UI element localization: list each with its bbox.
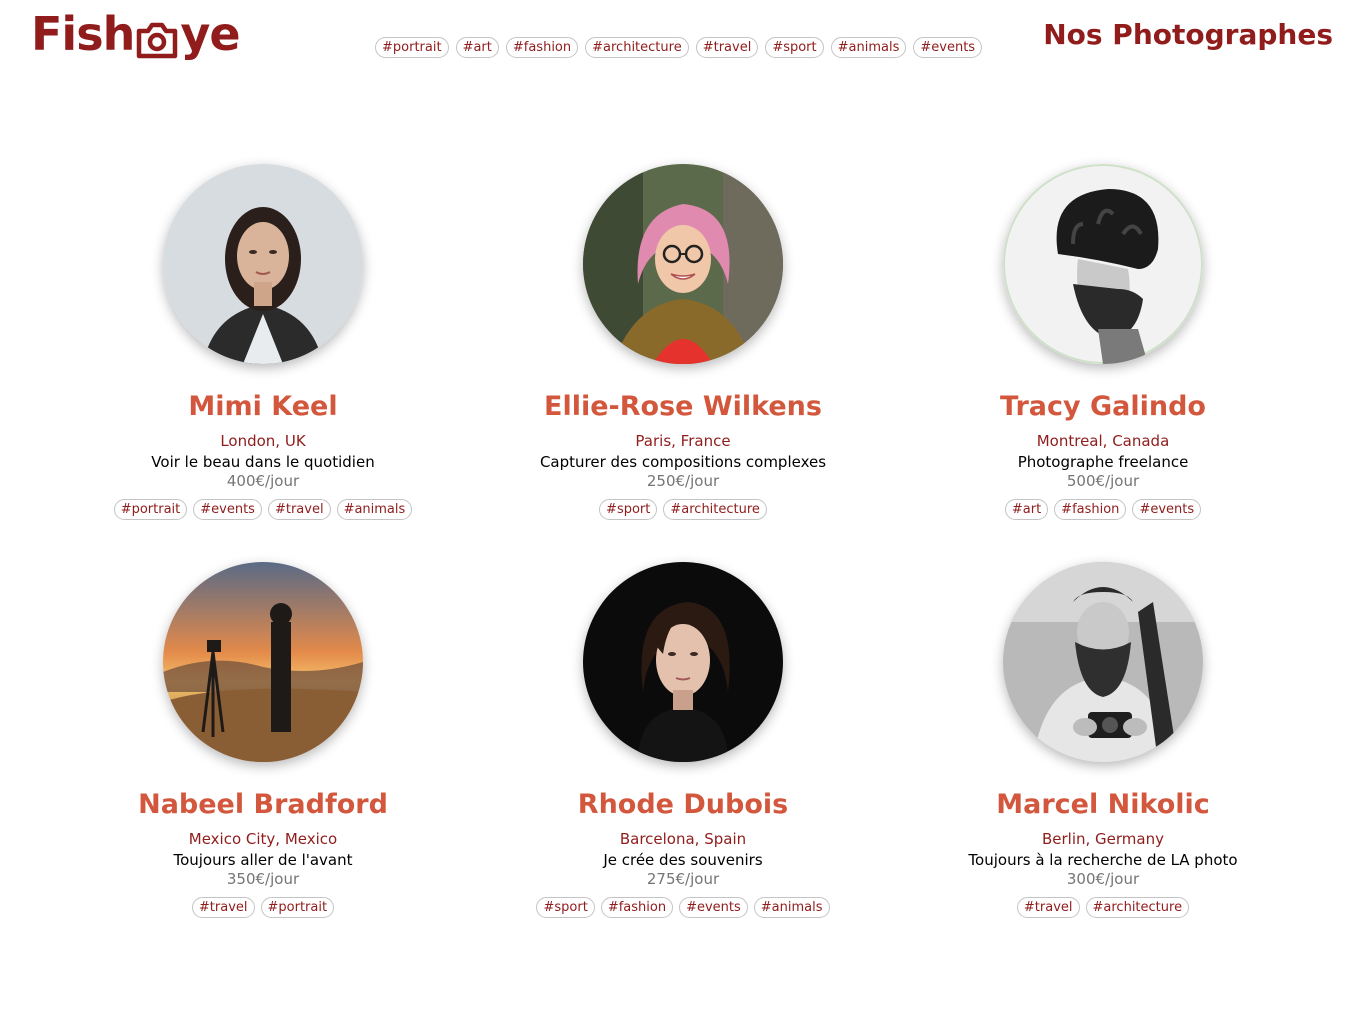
card-tag[interactable]: #architecture	[663, 499, 767, 520]
photographer-card: Ellie-Rose Wilkens Paris, France Capture…	[473, 164, 893, 562]
card-tag[interactable]: #architecture	[1085, 897, 1190, 918]
photographer-card: Marcel Nikolic Berlin, Germany Toujours …	[893, 562, 1313, 960]
logo-text-left: Fish	[31, 7, 135, 61]
card-tag[interactable]: #animals	[753, 897, 830, 918]
photographer-price: 275€/jour	[646, 870, 720, 888]
camera-icon	[135, 17, 179, 59]
photographer-location: Berlin, Germany	[1041, 830, 1164, 848]
card-tag[interactable]: #sport	[599, 499, 658, 520]
photographer-price: 300€/jour	[1066, 870, 1140, 888]
card-tag[interactable]: #art	[1004, 499, 1049, 520]
logo-text-right: ye	[180, 7, 240, 61]
photographer-tags: #travel #architecture	[1016, 897, 1190, 918]
photographer-portrait[interactable]	[163, 562, 363, 762]
photographer-card: Nabeel Bradford Mexico City, Mexico Touj…	[53, 562, 473, 960]
photographer-price: 250€/jour	[646, 472, 720, 490]
photographer-portrait[interactable]	[583, 164, 783, 364]
photographer-tagline: Photographe freelance	[1017, 453, 1189, 471]
photographer-tags: #art #fashion #events	[1004, 499, 1202, 520]
photographer-tags: #portrait #events #travel #animals	[113, 499, 413, 520]
card-tag[interactable]: #events	[193, 499, 262, 520]
photographer-name[interactable]: Rhode Dubois	[578, 788, 788, 822]
card-tag[interactable]: #travel	[1016, 897, 1080, 918]
photographer-tagline: Toujours à la recherche de LA photo	[968, 851, 1238, 869]
page: Fish ye #portrait #art #fashion #archite…	[0, 0, 1366, 1027]
photographer-tagline: Capturer des compositions complexes	[539, 453, 827, 471]
card-tag[interactable]: #travel	[267, 499, 331, 520]
photographer-price: 400€/jour	[226, 472, 300, 490]
photographer-card: Rhode Dubois Barcelona, Spain Je crée de…	[473, 562, 893, 960]
nav-tag-architecture[interactable]: #architecture	[585, 37, 689, 58]
photographer-portrait[interactable]	[1003, 164, 1203, 364]
nav-tag-sport[interactable]: #sport	[765, 37, 824, 58]
photographer-location: Mexico City, Mexico	[188, 830, 338, 848]
photographer-name[interactable]: Ellie-Rose Wilkens	[544, 390, 822, 424]
photographer-tags: #sport #fashion #events #animals	[536, 897, 830, 918]
card-tag[interactable]: #animals	[336, 499, 413, 520]
photographer-card: Tracy Galindo Montreal, Canada Photograp…	[893, 164, 1313, 562]
photographer-card: Mimi Keel London, UK Voir le beau dans l…	[53, 164, 473, 562]
card-tag[interactable]: #events	[1132, 499, 1202, 520]
card-tag[interactable]: #portrait	[113, 499, 188, 520]
photographer-price: 500€/jour	[1066, 472, 1140, 490]
photographer-price: 350€/jour	[226, 870, 300, 888]
photographer-tags: #sport #architecture	[599, 499, 767, 520]
nav-tag-animals[interactable]: #animals	[830, 37, 907, 58]
photographer-name[interactable]: Tracy Galindo	[1000, 390, 1206, 424]
photographer-name[interactable]: Marcel Nikolic	[996, 788, 1210, 822]
nav-tag-portrait[interactable]: #portrait	[375, 37, 449, 58]
nav-tag-art[interactable]: #art	[455, 37, 499, 58]
photographer-location: London, UK	[220, 432, 306, 450]
card-tag[interactable]: #sport	[536, 897, 595, 918]
nav-tag-travel[interactable]: #travel	[695, 37, 759, 58]
photographer-name[interactable]: Mimi Keel	[188, 390, 337, 424]
photographer-portrait[interactable]	[163, 164, 363, 364]
photographer-tagline: Je crée des souvenirs	[603, 851, 763, 869]
photographer-location: Paris, France	[635, 432, 731, 450]
photographer-name[interactable]: Nabeel Bradford	[138, 788, 388, 822]
card-tag[interactable]: #events	[679, 897, 748, 918]
page-title: Nos Photographes	[1043, 18, 1333, 51]
card-tag[interactable]: #travel	[191, 897, 255, 918]
photographer-location: Montreal, Canada	[1036, 432, 1170, 450]
nav-tag-fashion[interactable]: #fashion	[505, 37, 579, 58]
tag-filter-nav: #portrait #art #fashion #architecture #t…	[375, 37, 983, 58]
card-tag[interactable]: #portrait	[260, 897, 335, 918]
photographer-tagline: Toujours aller de l'avant	[173, 851, 353, 869]
photographer-portrait[interactable]	[583, 562, 783, 762]
photographer-location: Barcelona, Spain	[619, 830, 747, 848]
fisheye-logo[interactable]: Fish ye	[31, 6, 241, 62]
card-tag[interactable]: #fashion	[1054, 499, 1127, 520]
card-tag[interactable]: #fashion	[600, 897, 674, 918]
photographer-tags: #travel #portrait	[191, 897, 335, 918]
photographer-grid: Mimi Keel London, UK Voir le beau dans l…	[53, 164, 1313, 960]
photographer-portrait[interactable]	[1003, 562, 1203, 762]
nav-tag-events[interactable]: #events	[913, 37, 983, 58]
photographer-tagline: Voir le beau dans le quotidien	[151, 453, 375, 471]
